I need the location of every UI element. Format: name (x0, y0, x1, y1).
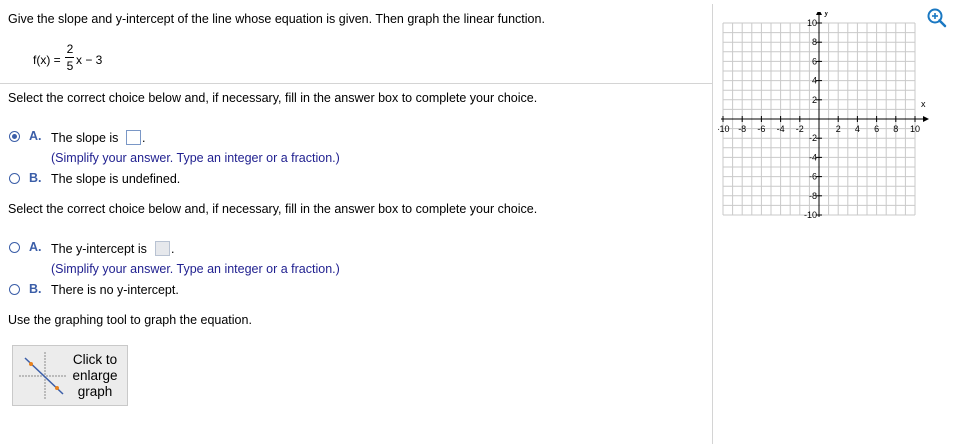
x-tick-label: 6 (874, 124, 879, 134)
graphing-instruction: Use the graphing tool to graph the equat… (8, 313, 252, 327)
x-tick-label: -2 (796, 124, 804, 134)
function-prefix: f(x) = (33, 53, 61, 67)
y-tick-label: 2 (812, 95, 817, 105)
x-tick-label: 10 (910, 124, 920, 134)
slope-choice-a-hint: (Simplify your answer. Type an integer o… (51, 151, 340, 165)
enlarge-graph-button[interactable]: Click to enlarge graph (12, 345, 128, 406)
y-axis-label: y (824, 12, 829, 17)
slope-answer-input[interactable] (126, 130, 141, 145)
x-tick-label: -10 (718, 124, 730, 134)
intercept-answer-input[interactable] (155, 241, 170, 256)
question-instruction: Give the slope and y-intercept of the li… (8, 12, 545, 26)
x-axis-arrow (923, 116, 929, 122)
x-tick-label: 4 (855, 124, 860, 134)
x-tick-label: -8 (738, 124, 746, 134)
y-axis-arrow (816, 12, 822, 15)
period: . (171, 242, 175, 256)
enlarge-graph-label: Click to enlarge graph (72, 352, 118, 399)
coordinate-graph[interactable]: x y -10 -8 -6 -4 -2 2 4 6 8 10 10 8 6 4 2 -2 -4 -6 -8 -10 (718, 12, 958, 242)
period: . (142, 131, 146, 145)
fraction-bar (65, 57, 74, 58)
slope-choice-a-text: The slope is (51, 131, 119, 145)
slope-choice-b-text: The slope is undefined. (51, 172, 181, 186)
fraction-denominator: 5 (66, 59, 74, 73)
y-tick-label: 8 (812, 37, 817, 47)
y-tick-label: 10 (807, 18, 817, 28)
slope-choice-b-radio[interactable] (9, 173, 20, 184)
panel-divider (712, 4, 713, 444)
x-tick-label: -6 (757, 124, 765, 134)
slope-choice-a-radio[interactable] (9, 131, 20, 142)
zoom-in-button[interactable] (927, 8, 947, 28)
intercept-choice-a-radio[interactable] (9, 242, 20, 253)
question-panel: Give the slope and y-intercept of the li… (0, 0, 712, 444)
x-tick-label: 2 (836, 124, 841, 134)
fraction-numerator: 2 (66, 42, 74, 56)
y-tick-label: 4 (812, 76, 817, 86)
y-tick-label: -8 (809, 191, 817, 201)
graph-thumbnail-icon (19, 352, 67, 400)
intercept-choice-b-text: There is no y-intercept. (51, 283, 179, 297)
intercept-choice-b-letter: B. (29, 282, 42, 296)
y-tick-label: -4 (809, 152, 817, 162)
slope-choice-b-letter: B. (29, 171, 42, 185)
x-tick-label: -4 (777, 124, 785, 134)
x-tick-label: 8 (893, 124, 898, 134)
y-tick-label: -2 (809, 133, 817, 143)
part2-prompt: Select the correct choice below and, if … (8, 202, 538, 216)
intercept-choice-a-letter: A. (29, 240, 42, 254)
divider (0, 83, 712, 84)
intercept-choice-b-radio[interactable] (9, 284, 20, 295)
x-axis-label: x (921, 99, 926, 109)
y-tick-label: -10 (804, 210, 817, 220)
zoom-in-icon (927, 8, 947, 28)
function-suffix: x − 3 (76, 53, 103, 67)
y-tick-label: 6 (812, 56, 817, 66)
intercept-choice-a-hint: (Simplify your answer. Type an integer o… (51, 262, 340, 276)
part1-prompt: Select the correct choice below and, if … (8, 91, 538, 105)
y-tick-label: -6 (809, 172, 817, 182)
intercept-choice-a-text: The y-intercept is (51, 242, 147, 256)
slope-choice-a-letter: A. (29, 129, 42, 143)
